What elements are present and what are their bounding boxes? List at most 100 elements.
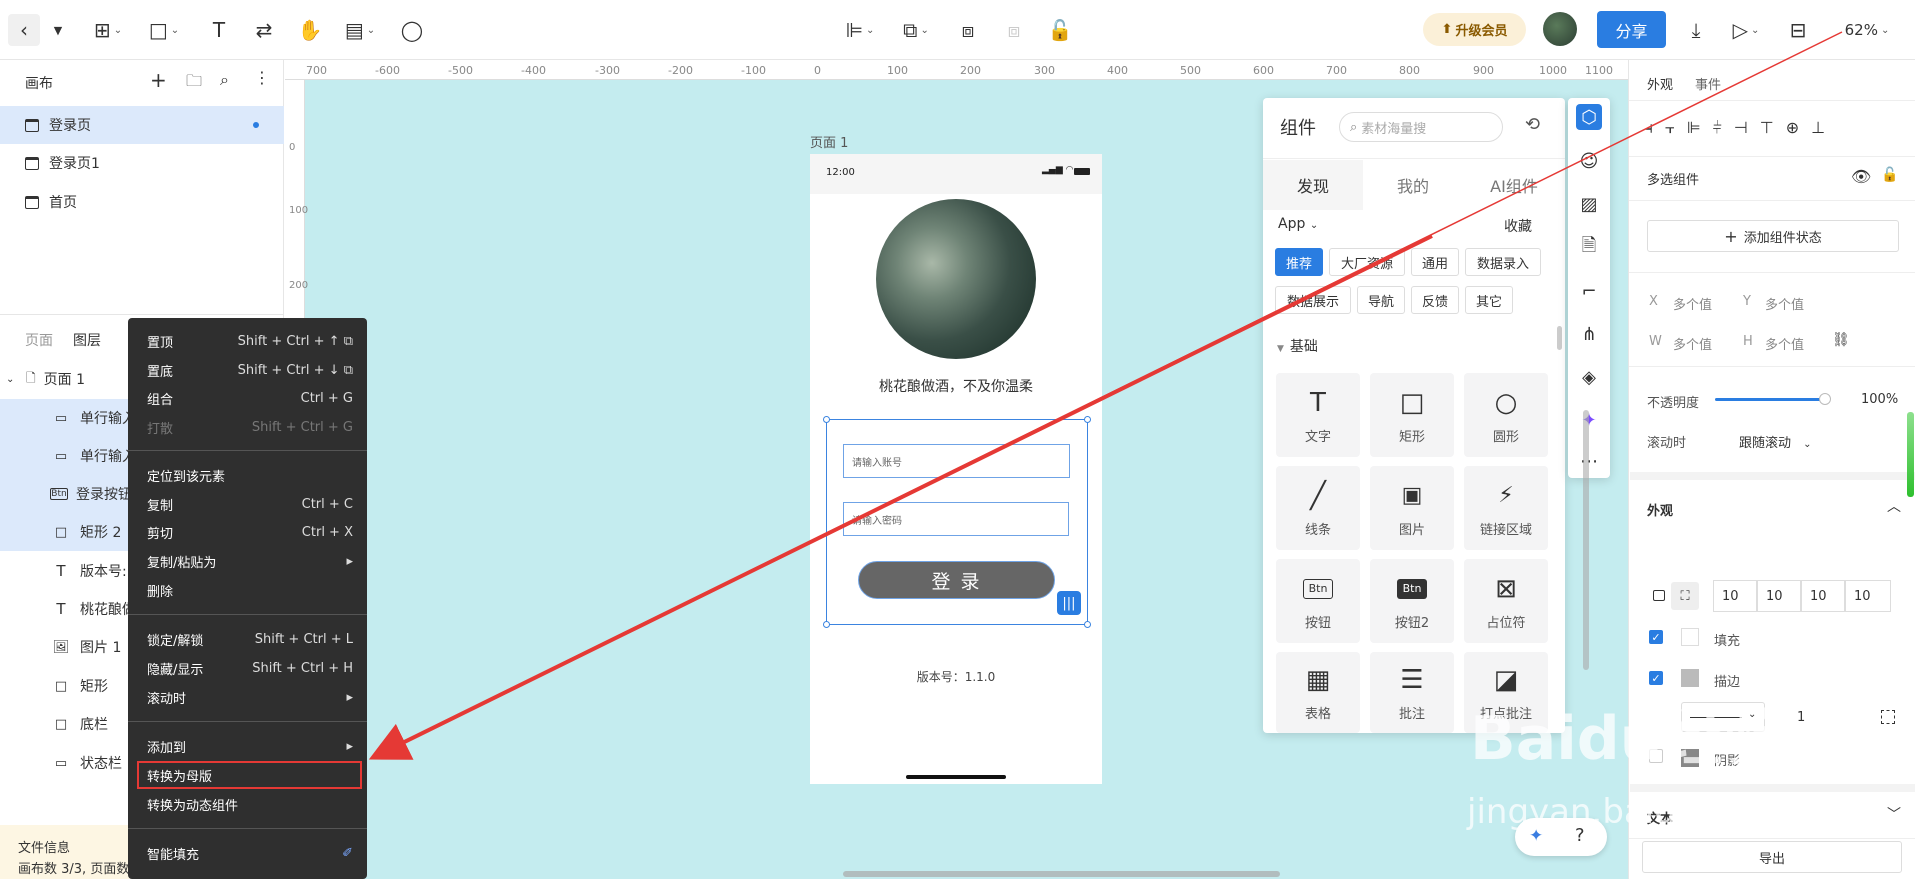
fill-color-swatch[interactable] [1681, 628, 1699, 646]
history-icon[interactable]: ⟲ [1525, 114, 1540, 135]
filter-dropdown[interactable]: App ⌄ [1278, 216, 1318, 232]
page-item-login[interactable]: 登录页 [0, 106, 284, 144]
chevron-up-icon[interactable]: ︿ [1887, 496, 1901, 516]
scroll-select[interactable]: 跟随滚动 ⌄ [1739, 432, 1812, 451]
align-icon[interactable]: ⊫ ⌄ [840, 14, 880, 46]
group-icon[interactable]: ⧈ [954, 14, 982, 46]
canvas-horizontal-scrollbar[interactable] [843, 871, 1280, 877]
tab-layers[interactable]: 图层 [73, 330, 101, 350]
component-circle[interactable]: ○ 圆形 [1464, 373, 1548, 457]
emoji-icon[interactable]: ☺ [1576, 148, 1602, 174]
component-link-area[interactable]: ⚡ 链接区域 [1464, 466, 1548, 550]
menu-item-smart-fill[interactable]: 智能填充 ✐ [128, 839, 367, 867]
tag-recommended[interactable]: 推荐 [1275, 248, 1323, 276]
connector-tool-icon[interactable]: ⇄ [250, 14, 278, 46]
search-icon[interactable]: ⌕ [220, 70, 229, 90]
account-input[interactable]: 请输入账号 [843, 444, 1070, 478]
tag-feedback[interactable]: 反馈 [1411, 286, 1459, 314]
component-search-input[interactable]: ⌕ 素材海量搜 [1339, 112, 1503, 142]
more-icon[interactable]: ⋮ [254, 68, 270, 87]
comment-tool-icon[interactable]: ◯ [398, 14, 426, 46]
resize-handle[interactable] [823, 621, 830, 628]
diamond-icon[interactable]: ◈ [1576, 364, 1602, 390]
component-table[interactable]: ▦ 表格 [1276, 652, 1360, 733]
stroke-checkbox[interactable]: ✓ [1649, 671, 1663, 685]
more-icon[interactable]: ⋯ [1576, 448, 1602, 474]
w-field[interactable]: 多个值 [1673, 334, 1712, 353]
tag-data-input[interactable]: 数据录入 [1465, 248, 1541, 276]
x-field[interactable]: 多个值 [1673, 294, 1712, 313]
share-button[interactable]: 分享 [1597, 11, 1666, 48]
y-field[interactable]: 多个值 [1765, 294, 1804, 313]
uniform-radius-icon[interactable] [1653, 590, 1665, 601]
menu-item-copy[interactable]: 复制 Ctrl + C [128, 490, 367, 518]
stroke-color-swatch[interactable] [1681, 669, 1699, 687]
opacity-slider-handle[interactable] [1819, 393, 1831, 405]
add-page-icon[interactable]: ⊞ ⌄ [88, 14, 128, 46]
back-dropdown-icon[interactable]: ▼ [48, 14, 68, 46]
component-button[interactable]: Btn 按钮 [1276, 559, 1360, 643]
tab-discover[interactable]: 发现 [1263, 160, 1363, 210]
unlock-icon[interactable]: 🔓 [1881, 167, 1898, 183]
h-field[interactable]: 多个值 [1765, 334, 1804, 353]
menu-item-lock[interactable]: 锁定/解锁 Shift + Ctrl + L [128, 625, 367, 653]
shadow-color-swatch[interactable] [1681, 749, 1699, 767]
login-button[interactable]: 登 录 [858, 561, 1055, 599]
shadow-checkbox[interactable] [1649, 749, 1663, 763]
stroke-width[interactable]: 1 [1797, 710, 1805, 725]
menu-item-bring-to-front[interactable]: 置顶 Shift + Ctrl + ↑ ⧉ [128, 327, 367, 355]
component-button2[interactable]: Btn 按钮2 [1370, 559, 1454, 643]
component-line[interactable]: ╱ 线条 [1276, 466, 1360, 550]
resize-handle[interactable] [823, 416, 830, 423]
unlock-icon[interactable]: 🔓 [1046, 14, 1074, 46]
component-image[interactable]: ▣ 图片 [1370, 466, 1454, 550]
section-basic[interactable]: ▼ 基础 [1277, 336, 1318, 356]
tag-data-display[interactable]: 数据展示 [1275, 286, 1351, 314]
favorites-link[interactable]: 收藏 [1504, 216, 1532, 236]
menu-item-cut[interactable]: 剪切 Ctrl + X [128, 518, 367, 546]
radius-bottom-right[interactable]: 10 [1801, 580, 1845, 612]
right-panel-scrollbar[interactable] [1907, 412, 1914, 497]
doc-icon[interactable]: 🗎 [1576, 235, 1602, 261]
tab-mine[interactable]: 我的 [1363, 160, 1463, 210]
tag-other[interactable]: 其它 [1465, 286, 1513, 314]
rect-tool-icon[interactable]: □ ⌄ [144, 14, 184, 46]
menu-item-send-to-back[interactable]: 置底 Shift + Ctrl + ↓ ⧉ [128, 356, 367, 384]
individual-radius-icon[interactable]: ⛶ [1671, 582, 1699, 610]
menu-item-copy-paste-as[interactable]: 复制/粘贴为 ▸ [128, 547, 367, 575]
zoom-control[interactable]: 62% ⌄ [1832, 14, 1902, 46]
plus-icon[interactable]: + [150, 68, 167, 92]
radius-top-left[interactable]: 10 [1713, 580, 1757, 612]
tab-events[interactable]: 事件 [1695, 74, 1721, 93]
menu-item-convert-to-dynamic[interactable]: 转换为动态组件 [128, 790, 367, 818]
menu-item-locate[interactable]: 定位到该元素 [128, 461, 367, 489]
page-item-login1[interactable]: 登录页1 [0, 144, 284, 182]
menu-item-hide[interactable]: 隐藏/显示 Shift + Ctrl + H [128, 654, 367, 682]
flow-icon[interactable]: ⌐ [1576, 278, 1602, 304]
text-tool-icon[interactable]: T [205, 14, 233, 46]
note-tool-icon[interactable]: ▤ ⌄ [340, 14, 380, 46]
layout-icon[interactable]: ⊟ [1784, 14, 1812, 46]
export-button[interactable]: 导出 [1642, 841, 1902, 873]
radius-bottom-left[interactable]: 10 [1845, 580, 1891, 612]
resize-handle[interactable] [1084, 621, 1091, 628]
stroke-sides-icon[interactable] [1881, 710, 1895, 724]
canvas-vertical-scrollbar[interactable] [1583, 410, 1589, 670]
back-icon[interactable]: ‹ [8, 14, 40, 46]
tab-ai-components[interactable]: AI组件 [1463, 160, 1565, 210]
cube-icon[interactable]: ⬡ [1576, 104, 1602, 130]
stroke-style-select[interactable]: ⌄ [1681, 702, 1765, 732]
arrange-icon[interactable]: ⧉ ⌄ [896, 14, 936, 46]
fill-checkbox[interactable]: ✓ [1649, 630, 1663, 644]
radius-top-right[interactable]: 10 [1757, 580, 1801, 612]
magic-wand-icon[interactable]: ✦ [1576, 407, 1602, 433]
page-item-home[interactable]: 首页 [0, 183, 284, 221]
chevron-down-icon[interactable]: ﹀ [1887, 804, 1901, 824]
tag-big-factory[interactable]: 大厂资源 [1329, 248, 1405, 276]
tag-navigation[interactable]: 导航 [1357, 286, 1405, 314]
eye-icon[interactable]: 👁 [1851, 167, 1871, 186]
menu-item-convert-to-master[interactable]: 转换为母版 [137, 761, 362, 789]
menu-item-group[interactable]: 组合 Ctrl + G [128, 384, 367, 412]
password-input[interactable]: 请输入密码 [843, 502, 1069, 536]
dynamic-panel-icon[interactable]: ||| [1057, 591, 1081, 615]
